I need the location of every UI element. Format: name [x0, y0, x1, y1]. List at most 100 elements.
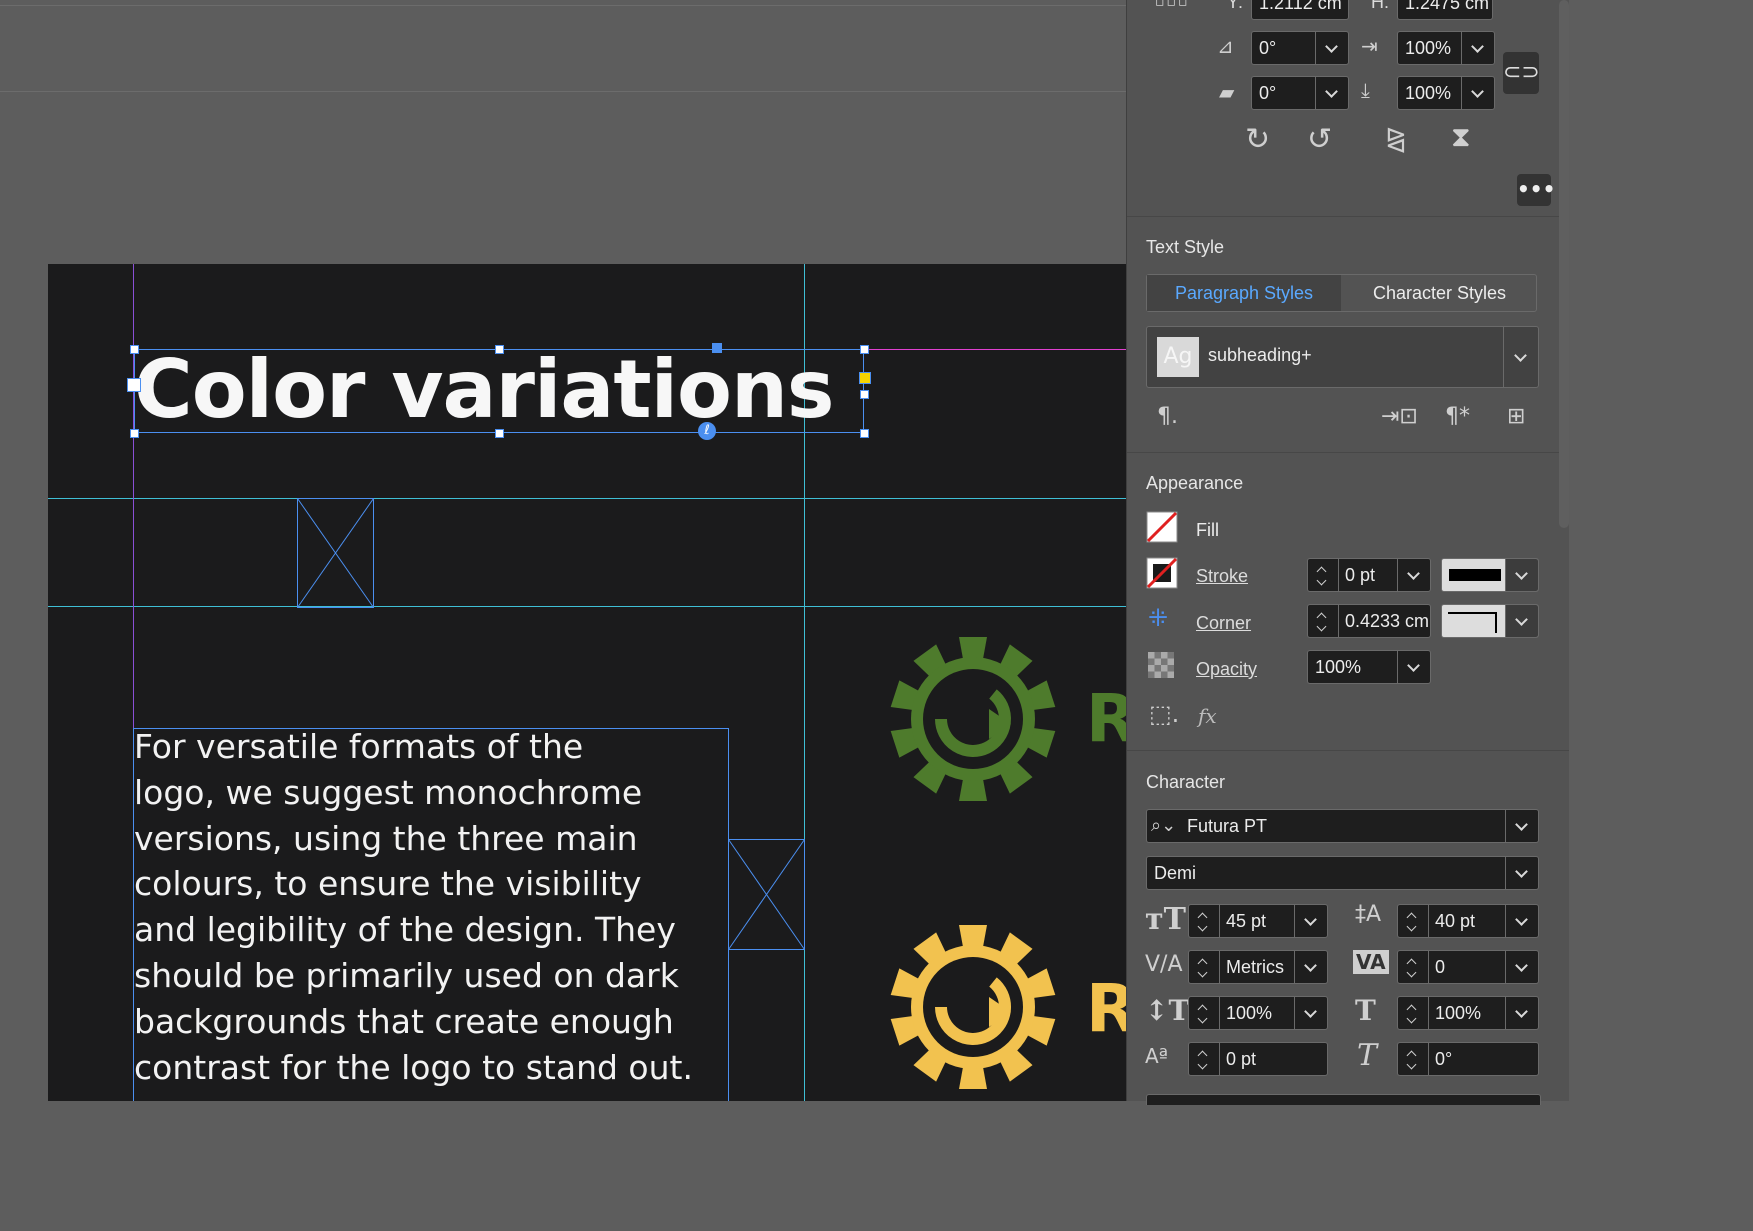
body-text-frame[interactable]: For versatile formats of the logo, we su…: [134, 724, 734, 1090]
chevron-down-icon[interactable]: [1505, 810, 1538, 842]
chevron-down-icon[interactable]: [1461, 32, 1494, 64]
resize-handle[interactable]: [860, 390, 869, 399]
stepper-icon[interactable]: [1398, 951, 1429, 983]
paragraph-style-dropdown[interactable]: Ag subheading+: [1146, 326, 1539, 388]
out-port[interactable]: [859, 372, 871, 384]
stepper-icon[interactable]: [1189, 997, 1220, 1029]
corner-options-handle[interactable]: [712, 343, 722, 353]
stepper-icon[interactable]: [1189, 951, 1220, 983]
chevron-right-icon[interactable]: [1397, 651, 1430, 683]
shear-field[interactable]: 0°: [1251, 76, 1349, 110]
baseline-shift-field[interactable]: 0 pt: [1188, 1042, 1328, 1076]
chevron-down-icon[interactable]: [1461, 77, 1494, 109]
horizontal-scale-field[interactable]: 100%: [1397, 996, 1539, 1030]
chevron-down-icon[interactable]: [1505, 857, 1538, 889]
font-style-dropdown[interactable]: Demi: [1146, 856, 1539, 890]
logo-green[interactable]: [878, 624, 1068, 814]
horizontal-scale-icon: T: [1355, 994, 1376, 1027]
tab-character-styles[interactable]: Character Styles: [1342, 275, 1537, 311]
constrain-proportions-icon[interactable]: ⊂⊃: [1503, 52, 1540, 94]
stepper-icon[interactable]: [1308, 605, 1339, 637]
chevron-down-icon[interactable]: [1505, 559, 1538, 591]
chevron-down-icon[interactable]: [1315, 32, 1348, 64]
in-port[interactable]: [127, 378, 141, 392]
guide-horizontal[interactable]: [48, 606, 1126, 607]
style-preview-swatch: Ag: [1157, 337, 1199, 377]
resize-handle[interactable]: [860, 345, 869, 354]
content-grabber-icon[interactable]: ℓ: [698, 422, 716, 440]
stroke-type-dropdown[interactable]: [1441, 558, 1539, 592]
fill-swatch-icon[interactable]: [1146, 511, 1178, 543]
chevron-down-icon[interactable]: [1503, 327, 1538, 387]
chevron-down-icon[interactable]: [1294, 997, 1327, 1029]
resize-handle[interactable]: [130, 429, 139, 438]
corner-size-field[interactable]: 0.4233 cm: [1307, 604, 1431, 638]
chevron-down-icon[interactable]: [1505, 605, 1538, 637]
chevron-down-icon[interactable]: [1505, 997, 1538, 1029]
scale-y-value: 100%: [1405, 83, 1452, 103]
stepper-icon[interactable]: [1398, 997, 1429, 1029]
kerning-field[interactable]: Metrics: [1188, 950, 1328, 984]
skew-field[interactable]: 0°: [1397, 1042, 1539, 1076]
chevron-down-icon[interactable]: [1294, 951, 1327, 983]
document-page[interactable]: Color variations ℓ For versatile formats…: [48, 264, 1126, 1101]
stroke-label[interactable]: Stroke: [1196, 566, 1248, 587]
guide-horizontal[interactable]: [48, 498, 1126, 499]
load-styles-icon[interactable]: ⇥⊡: [1381, 404, 1418, 429]
stepper-icon[interactable]: [1189, 1043, 1220, 1075]
more-options-icon[interactable]: •••: [1517, 174, 1555, 206]
flip-horizontal-icon[interactable]: ⧎: [1385, 124, 1407, 154]
leading-field[interactable]: 40 pt: [1397, 904, 1539, 938]
chevron-down-icon[interactable]: [1505, 951, 1538, 983]
stepper-icon[interactable]: [1189, 905, 1220, 937]
empty-image-frame[interactable]: [297, 498, 374, 608]
chevron-down-icon[interactable]: [1505, 905, 1538, 937]
rotation-field[interactable]: 0°: [1251, 31, 1349, 65]
clear-overrides-icon[interactable]: ¶*: [1445, 404, 1470, 429]
stroke-swatch-icon[interactable]: [1146, 557, 1178, 589]
search-icon: ⌕⌄: [1151, 815, 1177, 836]
resize-handle[interactable]: [495, 345, 504, 354]
rotate-counterclockwise-icon[interactable]: ↺: [1307, 122, 1332, 157]
resize-handle[interactable]: [130, 345, 139, 354]
stepper-icon[interactable]: [1398, 1043, 1429, 1075]
chevron-down-icon[interactable]: [1397, 559, 1430, 591]
stroke-weight-field[interactable]: 0 pt: [1307, 558, 1431, 592]
stepper-icon[interactable]: [1398, 905, 1429, 937]
effects-frame-icon[interactable]: ⬚.: [1149, 700, 1179, 728]
next-field-partial[interactable]: [1146, 1094, 1541, 1105]
tab-paragraph-styles[interactable]: Paragraph Styles: [1147, 275, 1341, 311]
new-style-icon[interactable]: ⊞: [1507, 404, 1525, 429]
corner-options-icon[interactable]: ⁜: [1148, 604, 1168, 632]
paragraph-style-menu-icon[interactable]: ¶.: [1157, 404, 1178, 429]
panel-scrollbar[interactable]: [1559, 0, 1569, 528]
chevron-down-icon[interactable]: [1315, 77, 1348, 109]
y-position-field[interactable]: 1.2112 cm: [1251, 0, 1349, 20]
opacity-field[interactable]: 100%: [1307, 650, 1431, 684]
tracking-value: 0: [1435, 957, 1446, 977]
chevron-down-icon[interactable]: [1294, 905, 1327, 937]
stepper-icon[interactable]: [1308, 559, 1339, 591]
corner-label[interactable]: Corner: [1196, 613, 1251, 634]
logo-yellow[interactable]: [878, 912, 1068, 1101]
scale-y-field[interactable]: 100%: [1397, 76, 1495, 110]
resize-handle[interactable]: [495, 429, 504, 438]
leading-icon: ‡A: [1355, 902, 1382, 927]
canvas-area[interactable]: Color variations ℓ For versatile formats…: [0, 0, 1126, 1101]
corner-shape-dropdown[interactable]: [1441, 604, 1539, 638]
vertical-scale-field[interactable]: 100%: [1188, 996, 1328, 1030]
style-name: subheading+: [1208, 345, 1312, 365]
opacity-label[interactable]: Opacity: [1196, 659, 1257, 680]
shear-icon: ▰: [1219, 80, 1235, 104]
reference-point-icon[interactable]: ▫▫▫: [1155, 0, 1189, 10]
resize-handle[interactable]: [860, 429, 869, 438]
flip-vertical-icon[interactable]: ⧗: [1451, 120, 1471, 154]
font-family-dropdown[interactable]: ⌕⌄ Futura PT: [1146, 809, 1539, 843]
height-field[interactable]: 1.2475 cm: [1397, 0, 1493, 20]
empty-image-frame[interactable]: [728, 839, 805, 950]
rotate-clockwise-icon[interactable]: ↻: [1245, 122, 1270, 157]
tracking-field[interactable]: 0: [1397, 950, 1539, 984]
scale-x-field[interactable]: 100%: [1397, 31, 1495, 65]
font-size-field[interactable]: 45 pt: [1188, 904, 1328, 938]
fx-icon[interactable]: fx: [1198, 704, 1217, 728]
